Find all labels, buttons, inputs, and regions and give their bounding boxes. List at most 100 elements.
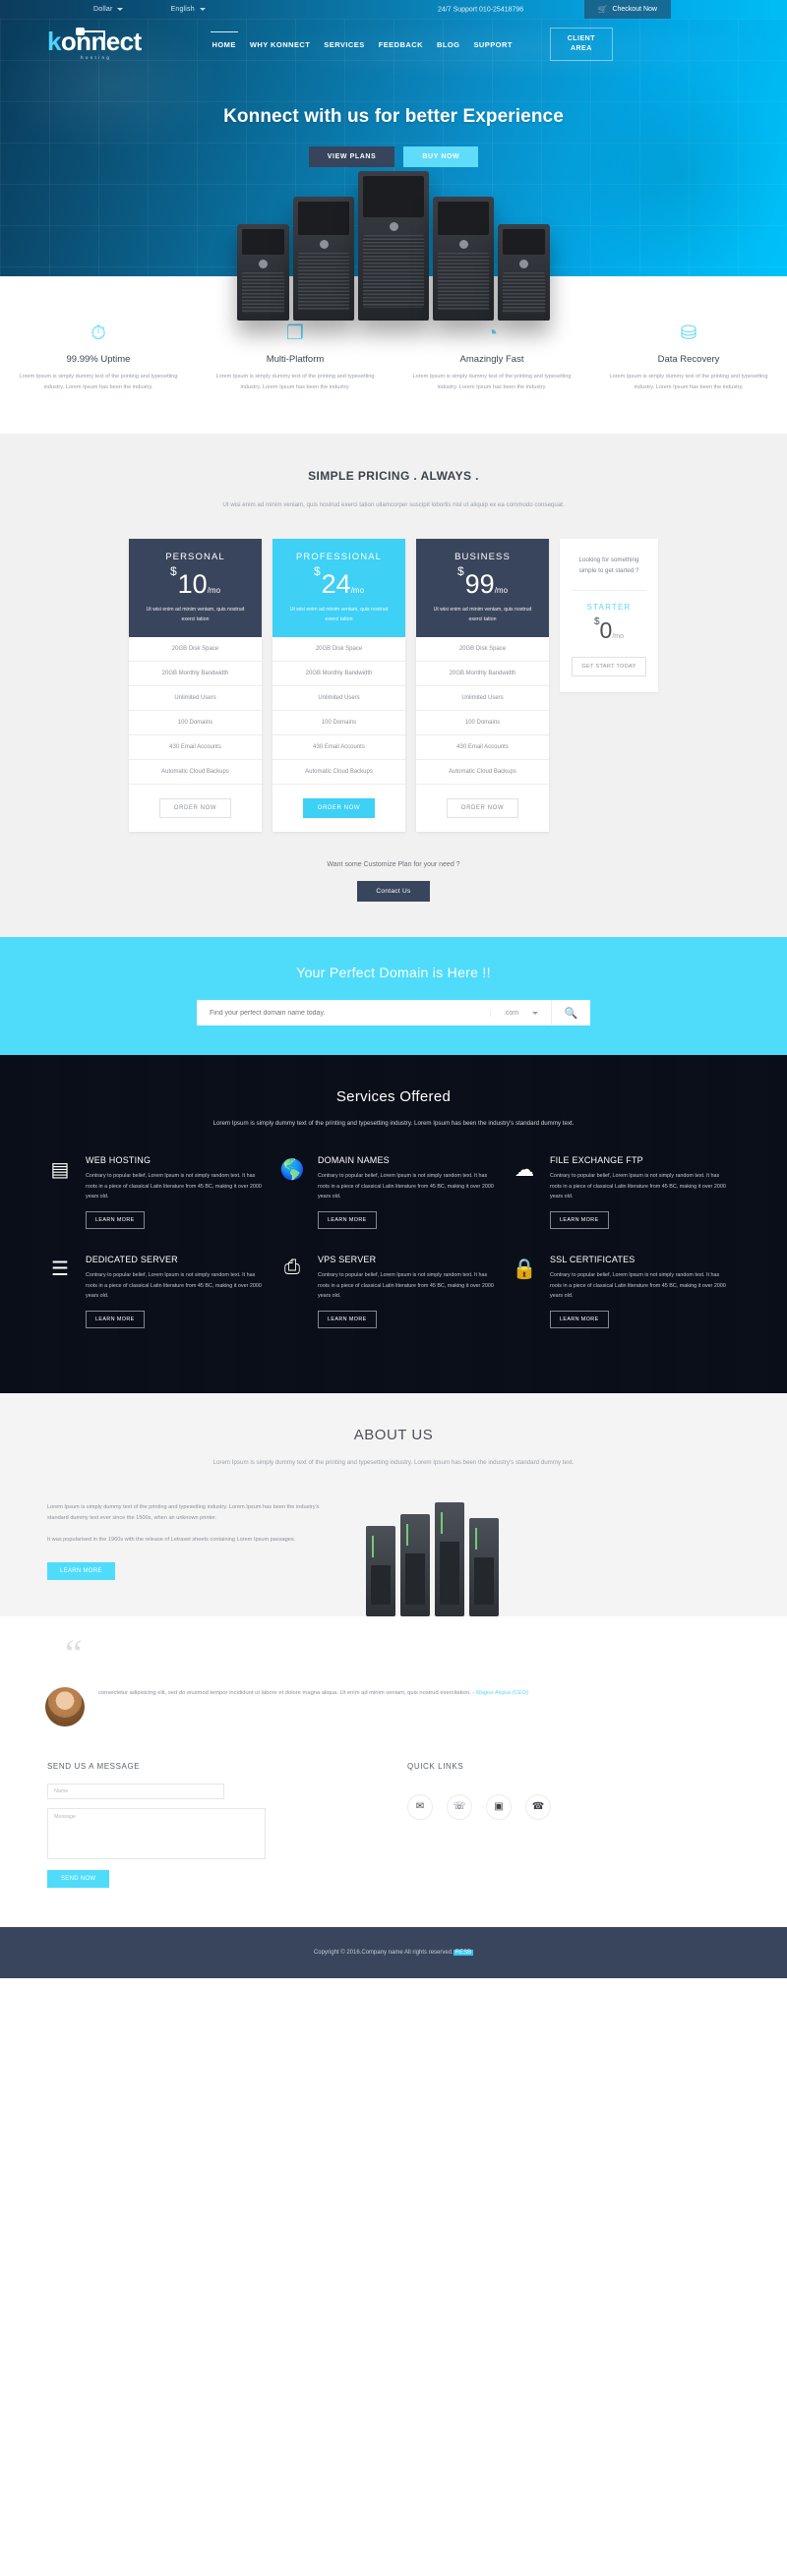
plan-feature-list: 20GB Disk Space 20GB Monthly Bandwidth U… (129, 637, 262, 786)
tld-selector[interactable]: .com (490, 1009, 551, 1017)
plan-feature: 430 Email Accounts (416, 735, 549, 761)
service-text: Contrary to popular belief, Lorem Ipsum … (549, 1271, 726, 1300)
quote-mark-icon: “ (65, 1630, 83, 1675)
contact-form-title: SEND US A MESSAGE (47, 1761, 141, 1771)
plan-order-row: ORDER NOW (129, 785, 262, 832)
services-intro: Lorem Ipsum is simply dummy text of the … (212, 1120, 575, 1128)
plan-card-business: BUSINESS $99/mo Ut wisi enim ad minim ve… (416, 538, 549, 833)
services-grid: ▤ WEB HOSTING Contrary to popular belief… (0, 1155, 787, 1353)
image-icon[interactable]: ▣ (486, 1793, 512, 1820)
tld-label: .com (503, 1009, 519, 1017)
starter-name: STARTER (586, 602, 632, 612)
domain-search-button[interactable]: 🔍 (551, 1000, 590, 1026)
service-title: VPS SERVER (317, 1254, 377, 1264)
feature-title: Data Recovery (657, 354, 720, 365)
order-now-button[interactable]: ORDER NOW (446, 798, 519, 819)
feature-card: ⏱ 99.99% Uptime Lorem Ipsum is simply du… (0, 322, 197, 394)
plan-feature: Automatic Cloud Backups (129, 760, 262, 786)
starter-amount: 0 (599, 616, 613, 643)
quick-links-column: QUICK LINKS ✉ ☏ ▣ ☎ (372, 1762, 740, 1888)
topbar-left-group: Dollar English (93, 6, 206, 13)
order-now-button[interactable]: ORDER NOW (158, 798, 232, 819)
service-text: Contrary to popular belief, Lorem Ipsum … (86, 1271, 262, 1300)
plan-card-professional: PROFESSIONAL $24/mo Ut wisi enim ad mini… (272, 538, 405, 833)
main-navigation-bar: konnect hosting HOME WHY KONNECT SERVICE… (0, 19, 787, 70)
learn-more-button[interactable]: LEARN MORE (549, 1310, 609, 1328)
server-icon: ▤ (50, 1159, 70, 1182)
message-field[interactable]: Message (47, 1807, 266, 1859)
domain-title: Your Perfect Domain is Here !! (296, 965, 491, 981)
plan-desc: Ut wisi enim ad minim veniam, quis nostr… (433, 607, 532, 623)
domain-search-bar: .com 🔍 (197, 1000, 590, 1026)
about-section: ABOUT US Lorem Ipsum is simply dummy tex… (0, 1392, 787, 1616)
user-card-icon[interactable]: ☏ (447, 1793, 472, 1820)
name-field[interactable]: Name (47, 1783, 224, 1799)
pricing-title: SIMPLE PRICING . ALWAYS . (308, 468, 479, 483)
nav-item-blog[interactable]: BLOG (437, 40, 459, 49)
chevron-down-icon (532, 1011, 539, 1015)
nav-item-feedback[interactable]: FEEDBACK (379, 40, 423, 49)
feature-card: ❐ Multi-Platform Lorem Ipsum is simply d… (197, 322, 394, 394)
language-label: English (170, 6, 195, 13)
testimonial-quote: consectetur adipisicing elit, sed do eiu… (98, 1689, 476, 1696)
learn-more-button[interactable]: LEARN MORE (317, 1210, 377, 1229)
phone-icon[interactable]: ☎ (525, 1793, 551, 1820)
about-learn-more-button[interactable]: LEARN MORE (47, 1562, 115, 1581)
learn-more-button[interactable]: LEARN MORE (86, 1310, 145, 1328)
testimonial-section: “ consectetur adipisicing elit, sed do e… (0, 1615, 787, 1727)
view-plans-button[interactable]: VIEW PLANS (308, 146, 395, 167)
buy-now-button[interactable]: BUY NOW (403, 146, 479, 167)
checkout-button[interactable]: 🛒 Checkout Now (583, 0, 671, 19)
envelope-icon[interactable]: ✉ (407, 1793, 433, 1820)
language-selector[interactable]: English (170, 6, 206, 13)
nav-item-support[interactable]: SUPPORT (473, 40, 512, 49)
client-area-button[interactable]: CLIENT AREA (549, 28, 613, 61)
nav-item-why-konnect[interactable]: WHY KONNECT (250, 40, 310, 49)
starter-price: $0/mo (572, 616, 646, 644)
custom-plan-text: Want some Customize Plan for your need ? (327, 861, 460, 869)
plan-feature: Automatic Cloud Backups (416, 760, 549, 786)
contact-us-button[interactable]: Contact Us (357, 881, 430, 903)
nav-item-services[interactable]: SERVICES (324, 40, 364, 49)
learn-more-button[interactable]: LEARN MORE (549, 1210, 609, 1229)
plan-amount: 99 (464, 568, 495, 599)
plan-desc: Ut wisi enim ad minim veniam, quis nostr… (289, 607, 389, 623)
pricing-subtitle: Ut wisi enim ad minim veniam, quis nostr… (222, 500, 565, 508)
service-card-ssl-certificates: 🔒 SSL CERTIFICATES Contrary to popular b… (510, 1255, 742, 1328)
plan-feature: 20GB Disk Space (272, 637, 405, 663)
learn-more-button[interactable]: LEARN MORE (317, 1310, 377, 1328)
plan-header: PROFESSIONAL $24/mo Ut wisi enim ad mini… (272, 538, 405, 638)
get-start-today-button[interactable]: GET START TODAY (572, 656, 646, 676)
plan-period: /mo (207, 585, 221, 595)
plan-feature: Unlimited Users (272, 686, 405, 712)
service-text: Contrary to popular belief, Lorem Ipsum … (549, 1173, 726, 1200)
learn-more-button[interactable]: LEARN MORE (86, 1210, 145, 1229)
service-card-dedicated-server: ☰ DEDICATED SERVER Contrary to popular b… (45, 1255, 277, 1328)
order-now-button[interactable]: ORDER NOW (302, 798, 376, 819)
plug-icon (76, 28, 105, 40)
plan-feature: 100 Domains (272, 711, 405, 736)
service-card-file-exchange-ftp: ☁ FILE EXCHANGE FTP Contrary to popular … (510, 1155, 742, 1229)
plan-feature: Automatic Cloud Backups (272, 760, 405, 786)
nav-item-home[interactable]: HOME (210, 30, 239, 49)
contact-section: SEND US A MESSAGE Name Message SEND NOW … (0, 1726, 787, 1927)
send-now-button[interactable]: SEND NOW (47, 1869, 110, 1888)
logo-k: k (47, 27, 61, 56)
plan-desc: Ut wisi enim ad minim veniam, quis nostr… (146, 607, 245, 623)
hero-section: konnect hosting HOME WHY KONNECT SERVICE… (0, 19, 787, 321)
plan-name: PROFESSIONAL (295, 551, 383, 562)
plan-feature: Unlimited Users (416, 686, 549, 712)
hero-headline: Konnect with us for better Experience (223, 106, 564, 127)
about-text-column: Lorem Ipsum is simply dummy text of the … (47, 1502, 331, 1581)
site-logo[interactable]: konnect hosting (47, 27, 142, 60)
currency-selector[interactable]: Dollar (93, 6, 124, 13)
service-text: Contrary to popular belief, Lorem Ipsum … (317, 1271, 494, 1300)
domain-search-input[interactable] (197, 1009, 490, 1017)
testimonial-text: consectetur adipisicing elit, sed do eiu… (98, 1687, 528, 1699)
nav-links: HOME WHY KONNECT SERVICES FEEDBACK BLOG … (210, 30, 513, 49)
footer: Copyright © 2016.Company name All rights… (0, 1926, 787, 1978)
checkout-label: Checkout Now (612, 6, 657, 13)
plan-feature: 100 Domains (129, 711, 262, 736)
plan-feature: 20GB Disk Space (416, 637, 549, 663)
service-card-domain-names: 🌎 DOMAIN NAMES Contrary to popular belie… (277, 1155, 510, 1229)
